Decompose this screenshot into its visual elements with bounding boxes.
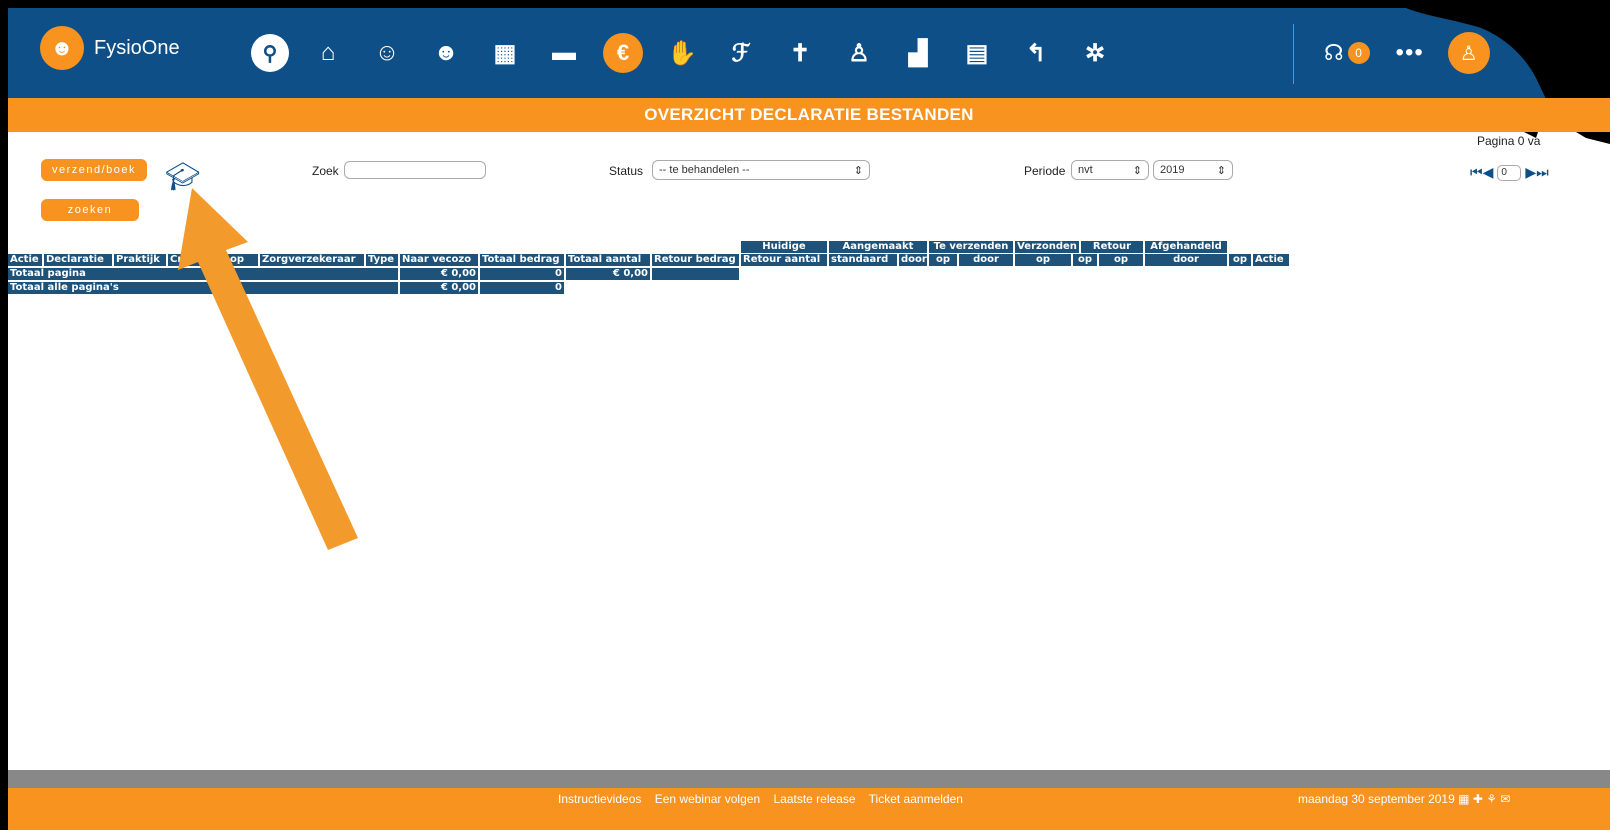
footer-date: maandag 30 september 2019 xyxy=(1298,792,1455,806)
year-value: 2019 xyxy=(1160,164,1185,176)
pager: ⏮ ◀ 0 ▶ ⏭ xyxy=(1470,164,1549,181)
group-header: Retour xyxy=(1081,241,1143,253)
euro-icon[interactable]: € xyxy=(603,33,643,73)
first-page-icon[interactable]: ⏮ xyxy=(1470,164,1483,181)
select-arrows-icon: ⇕ xyxy=(1216,164,1226,177)
column-header[interactable]: Naar vecozo xyxy=(400,254,478,266)
totaal-pagina-retour xyxy=(652,268,739,280)
footer-bar xyxy=(8,770,1610,788)
last-page-icon[interactable]: ⏭ xyxy=(1536,164,1549,181)
zoeken-button[interactable]: zoeken xyxy=(41,199,139,221)
folder-icon[interactable]: ▬ xyxy=(544,33,584,73)
column-header[interactable]: op xyxy=(1099,254,1143,266)
app-name: FysioOne xyxy=(94,36,180,59)
notification-badge[interactable]: 0 xyxy=(1347,42,1370,64)
column-header[interactable]: door xyxy=(959,254,1013,266)
column-header[interactable]: Retour aantal xyxy=(741,254,827,266)
group-header: Te verzenden xyxy=(929,241,1013,253)
exercise-icon[interactable]: ℱ xyxy=(721,33,761,73)
select-arrows-icon: ⇕ xyxy=(1132,164,1142,177)
users-icon[interactable]: ☻ xyxy=(426,33,466,73)
page-input[interactable]: 0 xyxy=(1497,164,1522,181)
column-header[interactable]: Declaratie xyxy=(44,254,112,266)
zoek-label: Zoek xyxy=(312,164,339,178)
footer-link-instructievideos[interactable]: Instructievideos xyxy=(558,792,641,806)
top-navbar: ☻ FysioOne ⚲ ⌂ ☺ ☻ ▦ ▬ € ✋ ℱ ✝ ♙ ▟ ▤ ↰ ✲… xyxy=(8,8,1610,98)
stats-icon[interactable]: ▟ xyxy=(898,33,938,73)
footer-link-ticket[interactable]: Ticket aanmelden xyxy=(869,792,963,806)
column-header[interactable]: Actie xyxy=(8,254,42,266)
column-header[interactable]: op xyxy=(1229,254,1251,266)
settings-icon[interactable]: ✲ xyxy=(1075,33,1115,73)
column-header[interactable]: standaard xyxy=(829,254,897,266)
periode-value: nvt xyxy=(1078,164,1093,176)
group-header: Aangemaakt xyxy=(829,241,927,253)
year-select[interactable]: 2019 ⇕ xyxy=(1153,160,1233,180)
prev-page-icon[interactable]: ◀ xyxy=(1483,164,1494,181)
title-bar: OVERZICHT DECLARATIE BESTANDEN xyxy=(8,98,1610,132)
headset-icon[interactable]: ☊ xyxy=(1324,40,1344,66)
footer-links: Instructievideos Een webinar volgen Laat… xyxy=(558,792,973,806)
totaal-pagina-naar-vecozo: € 0,00 xyxy=(400,268,478,280)
group-header: Verzonden xyxy=(1015,241,1079,253)
page-title: OVERZICHT DECLARATIE BESTANDEN xyxy=(644,105,974,124)
select-arrows-icon: ⇕ xyxy=(853,164,863,177)
footer: Instructievideos Een webinar volgen Laat… xyxy=(8,788,1610,830)
address-book-icon[interactable]: ▤ xyxy=(957,33,997,73)
periode-select[interactable]: nvt ⇕ xyxy=(1071,160,1149,180)
zoek-input[interactable] xyxy=(344,161,486,179)
totaal-pagina-aantal: € 0,00 xyxy=(566,268,650,280)
home-icon[interactable]: ⌂ xyxy=(308,33,348,73)
logo[interactable]: ☻ FysioOne xyxy=(40,26,180,70)
footer-link-release[interactable]: Laatste release xyxy=(773,792,855,806)
posture-icon[interactable]: ✝ xyxy=(780,33,820,73)
plus-icon[interactable]: ✚ xyxy=(1473,792,1483,806)
totaal-pagina-bedrag: 0 xyxy=(480,268,564,280)
status-value: -- te behandelen -- xyxy=(659,164,750,176)
column-header[interactable]: Actie xyxy=(1253,254,1289,266)
totaal-alle-bedrag: 0 xyxy=(480,282,564,294)
column-header[interactable]: Totaal aantal xyxy=(566,254,650,266)
handshake-icon[interactable]: ✋ xyxy=(662,33,702,73)
column-header[interactable]: door xyxy=(899,254,927,266)
verzend-boek-button[interactable]: verzend/boek xyxy=(41,159,147,181)
group-header: Afgehandeld xyxy=(1145,241,1227,253)
hierarchy-icon[interactable]: ♙ xyxy=(839,33,879,73)
column-header[interactable]: Praktijk xyxy=(114,254,166,266)
column-header[interactable]: Totaal bedrag xyxy=(480,254,564,266)
next-page-icon[interactable]: ▶ xyxy=(1525,164,1536,181)
nav-icons: ⚲ ⌂ ☺ ☻ ▦ ▬ € ✋ ℱ ✝ ♙ ▟ ▤ ↰ ✲ xyxy=(251,30,1134,76)
footer-date-area: maandag 30 september 2019 ▦ ✚ ⚘ ✉ xyxy=(1298,792,1510,806)
pagina-label: Pagina 0 va xyxy=(1477,134,1541,148)
logo-icon: ☻ xyxy=(40,26,84,70)
column-header[interactable]: Retour bedrag xyxy=(652,254,739,266)
calendar-icon[interactable]: ▦ xyxy=(1458,792,1469,806)
column-header[interactable]: op xyxy=(1015,254,1071,266)
totaal-alle-naar-vecozo: € 0,00 xyxy=(400,282,478,294)
palm-icon[interactable]: ⚘ xyxy=(1486,792,1497,806)
calendar-icon[interactable]: ▦ xyxy=(485,33,525,73)
status-label: Status xyxy=(609,164,644,178)
add-user-icon[interactable]: ☺ xyxy=(367,33,407,73)
column-header[interactable]: op xyxy=(929,254,957,266)
search-icon[interactable]: ⚲ xyxy=(251,34,289,72)
status-select[interactable]: -- te behandelen -- ⇕ xyxy=(652,160,870,180)
column-header[interactable]: op xyxy=(1073,254,1097,266)
reply-icon[interactable]: ↰ xyxy=(1016,33,1056,73)
mail-icon[interactable]: ✉ xyxy=(1500,792,1510,806)
footer-link-webinar[interactable]: Een webinar volgen xyxy=(655,792,760,806)
nav-divider xyxy=(1293,24,1294,84)
group-header: Huidige xyxy=(741,241,827,253)
page: ☻ FysioOne ⚲ ⌂ ☺ ☻ ▦ ▬ € ✋ ℱ ✝ ♙ ▟ ▤ ↰ ✲… xyxy=(8,8,1610,830)
periode-label: Periode xyxy=(1024,164,1066,178)
column-header[interactable]: door xyxy=(1145,254,1227,266)
annotation-arrow xyxy=(178,188,358,550)
